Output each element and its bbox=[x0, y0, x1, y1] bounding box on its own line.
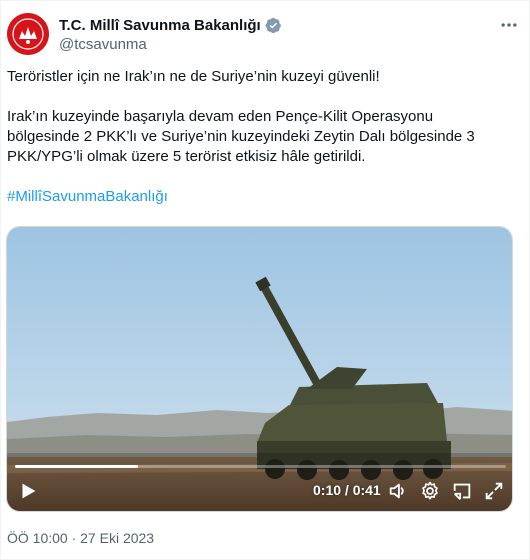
tweet-paragraph-2-line-2: bölgesinde 2 PKK’lı ve Suriye’nin kuzeyi… bbox=[7, 128, 475, 145]
video-progress-bar[interactable] bbox=[15, 465, 506, 468]
tweet-card: T.C. Millî Savunma Bakanlığı @tcsavunma … bbox=[0, 0, 530, 560]
picture-in-picture-button[interactable] bbox=[451, 480, 473, 502]
more-icon bbox=[501, 23, 517, 27]
avatar[interactable] bbox=[7, 13, 49, 55]
video-controls: 0:10 / 0:41 bbox=[7, 471, 512, 511]
name-block: T.C. Millî Savunma Bakanlığı @tcsavunma bbox=[59, 15, 282, 53]
fullscreen-button[interactable] bbox=[483, 480, 505, 502]
hashtag-paragraph: #MillîSavunmaBakanlığı bbox=[7, 187, 522, 207]
video-progress-fill bbox=[15, 465, 138, 468]
picture-in-picture-icon bbox=[453, 483, 471, 500]
play-icon bbox=[22, 483, 36, 499]
tweet-text: Teröristler için ne Irak’ın ne de Suriye… bbox=[7, 67, 522, 207]
hashtag-link[interactable]: #MillîSavunmaBakanlığı bbox=[7, 188, 168, 205]
display-name[interactable]: T.C. Millî Savunma Bakanlığı bbox=[59, 17, 261, 34]
play-button[interactable] bbox=[17, 480, 39, 502]
verified-badge-icon bbox=[265, 17, 282, 34]
video-player[interactable]: 0:10 / 0:41 bbox=[6, 226, 513, 512]
volume-icon bbox=[389, 483, 404, 499]
tweet-timestamp[interactable]: ÖÖ 10:00 · 27 Eki 2023 bbox=[7, 530, 154, 546]
more-options-button[interactable] bbox=[497, 15, 521, 35]
ministry-emblem-icon bbox=[7, 13, 49, 55]
settings-icon bbox=[422, 481, 438, 500]
handle[interactable]: @tcsavunma bbox=[59, 36, 282, 53]
video-time: 0:10 / 0:41 bbox=[313, 482, 381, 498]
fullscreen-icon bbox=[485, 482, 503, 500]
tweet-paragraph-2: Irak’ın kuzeyinde başarıyla devam eden P… bbox=[7, 107, 522, 167]
video-frame bbox=[7, 227, 512, 511]
volume-button[interactable] bbox=[387, 480, 409, 502]
tweet-header: T.C. Millî Savunma Bakanlığı @tcsavunma bbox=[7, 13, 525, 57]
tweet-paragraph-2-line-3: PKK/YPG’li olmak üzere 5 terörist etkisi… bbox=[7, 148, 366, 165]
tweet-paragraph-2-line-1: Irak’ın kuzeyinde başarıyla devam eden P… bbox=[7, 108, 434, 125]
tweet-paragraph-1: Teröristler için ne Irak’ın ne de Suriye… bbox=[7, 68, 380, 85]
settings-button[interactable] bbox=[419, 480, 441, 502]
